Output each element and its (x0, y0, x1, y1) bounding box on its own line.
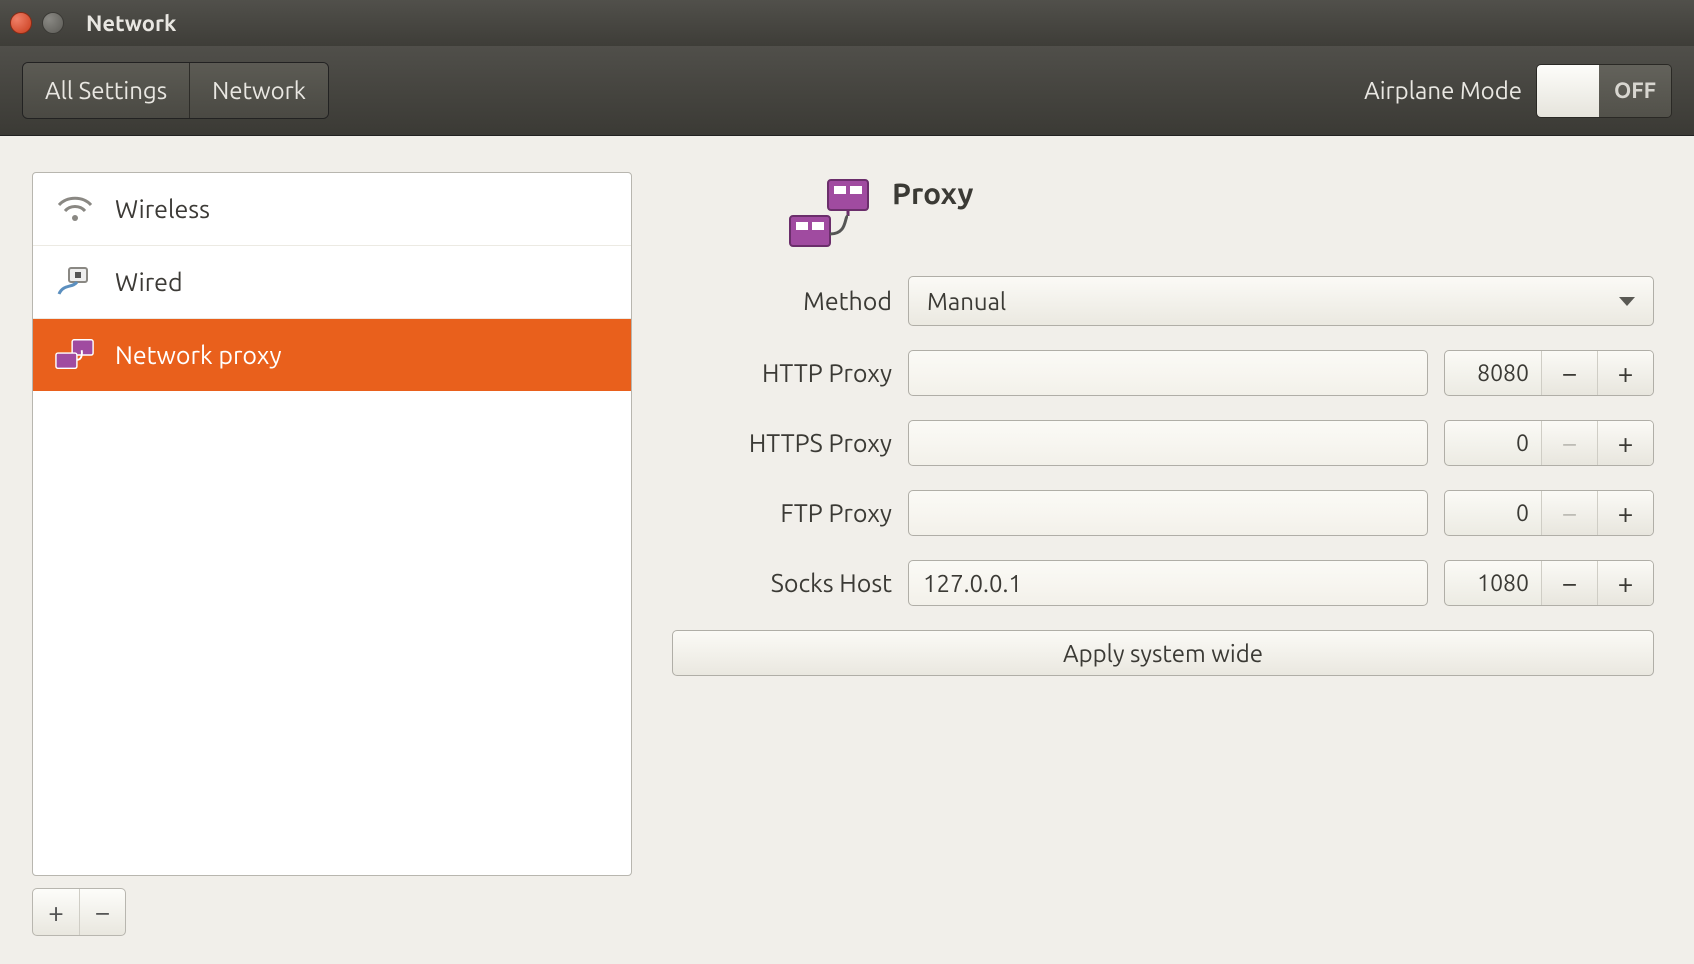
page-title: Proxy (892, 176, 973, 210)
sidebar-item-label: Network proxy (115, 341, 282, 369)
content-heading: Proxy (788, 176, 1662, 248)
proxy-form: Method Manual HTTP Proxy 8080 − + HTTPS … (672, 276, 1662, 676)
socks-port-value[interactable]: 1080 (1445, 561, 1541, 605)
https-proxy-port-value[interactable]: 0 (1445, 421, 1541, 465)
breadcrumb: All Settings Network (22, 62, 329, 119)
ethernet-icon (55, 262, 95, 302)
sidebar-remove-button[interactable]: − (79, 889, 125, 935)
main: Wireless Wired Network proxy + − (0, 136, 1694, 956)
ftp-proxy-port-increment[interactable]: + (1597, 491, 1653, 535)
titlebar: Network (0, 0, 1694, 46)
socks-port-spinner: 1080 − + (1444, 560, 1654, 606)
airplane-mode-label: Airplane Mode (1364, 77, 1522, 104)
http-proxy-port-decrement[interactable]: − (1541, 351, 1597, 395)
window-minimize-button[interactable] (42, 12, 64, 34)
all-settings-button[interactable]: All Settings (23, 63, 189, 118)
proxy-icon (55, 335, 95, 375)
https-proxy-port-increment[interactable]: + (1597, 421, 1653, 465)
sidebar-add-button[interactable]: + (33, 889, 79, 935)
sidebar-item-label: Wireless (115, 195, 210, 223)
https-proxy-port-spinner: 0 − + (1444, 420, 1654, 466)
http-proxy-port-value[interactable]: 8080 (1445, 351, 1541, 395)
sidebar-item-wired[interactable]: Wired (33, 245, 631, 318)
socks-host-label: Socks Host (672, 569, 892, 597)
switch-knob (1537, 65, 1599, 117)
socks-port-decrement[interactable]: − (1541, 561, 1597, 605)
content: Proxy Method Manual HTTP Proxy 8080 − + … (672, 172, 1662, 936)
http-proxy-label: HTTP Proxy (672, 359, 892, 387)
sidebar-item-wireless[interactable]: Wireless (33, 173, 631, 245)
socks-port-increment[interactable]: + (1597, 561, 1653, 605)
airplane-mode-switch[interactable]: OFF (1536, 64, 1672, 118)
ftp-proxy-port-value[interactable]: 0 (1445, 491, 1541, 535)
toolbar: All Settings Network Airplane Mode OFF (0, 46, 1694, 136)
wifi-icon (55, 189, 95, 229)
https-proxy-label: HTTPS Proxy (672, 429, 892, 457)
window-close-button[interactable] (10, 12, 32, 34)
http-proxy-host-input[interactable] (908, 350, 1428, 396)
method-value: Manual (927, 288, 1006, 315)
http-proxy-port-spinner: 8080 − + (1444, 350, 1654, 396)
socks-host-input[interactable] (908, 560, 1428, 606)
ftp-proxy-host-input[interactable] (908, 490, 1428, 536)
proxy-heading-icon (788, 176, 874, 248)
ftp-proxy-port-spinner: 0 − + (1444, 490, 1654, 536)
window-title: Network (86, 11, 176, 36)
http-proxy-port-increment[interactable]: + (1597, 351, 1653, 395)
method-select[interactable]: Manual (908, 276, 1654, 326)
sidebar-list: Wireless Wired Network proxy (32, 172, 632, 876)
sidebar-item-network-proxy[interactable]: Network proxy (33, 318, 631, 391)
method-label: Method (672, 287, 892, 315)
sidebar: Wireless Wired Network proxy + − (32, 172, 632, 936)
switch-state: OFF (1599, 65, 1671, 117)
sidebar-controls: + − (32, 888, 126, 936)
apply-system-wide-button[interactable]: Apply system wide (672, 630, 1654, 676)
ftp-proxy-port-decrement[interactable]: − (1541, 491, 1597, 535)
ftp-proxy-label: FTP Proxy (672, 499, 892, 527)
sidebar-item-label: Wired (115, 268, 183, 296)
network-button[interactable]: Network (189, 63, 328, 118)
chevron-down-icon (1619, 297, 1635, 306)
https-proxy-port-decrement[interactable]: − (1541, 421, 1597, 465)
https-proxy-host-input[interactable] (908, 420, 1428, 466)
